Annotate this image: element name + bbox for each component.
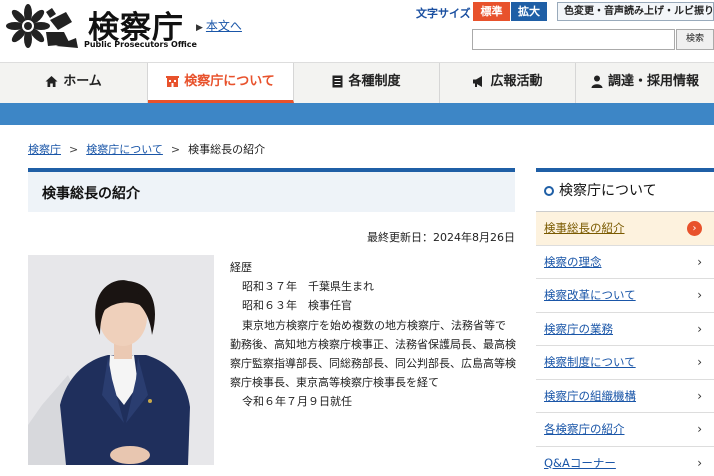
nav-procurement[interactable]: 調達・採用情報 [576, 63, 714, 103]
nav-home-label: ホーム [63, 74, 102, 89]
last-updated: 最終更新日：2024年8月26日 [367, 231, 515, 244]
sidebar-item-label: 検察の理念 [544, 254, 602, 269]
nav-about-label: 検察庁について [184, 74, 275, 89]
search-button[interactable]: 検索 [676, 29, 714, 50]
document-icon [332, 75, 343, 88]
portrait-illustration [28, 255, 214, 465]
nav-procurement-label: 調達・採用情報 [607, 74, 699, 89]
chevron-right-icon: › [697, 321, 702, 336]
bio-paragraph: 東京地方検察庁を始め複数の地方検察庁、法務省等で勤務後、高知地方検察庁検事正、法… [230, 318, 516, 390]
nav-systems[interactable]: 各種制度 [294, 63, 440, 103]
breadcrumb-separator: > [170, 143, 181, 156]
accessibility-tools-button[interactable]: 色変更・音声読み上げ・ルビ振り [557, 2, 714, 21]
nav-home[interactable]: ホーム [0, 63, 148, 103]
sidebar-item-prosecutor-general[interactable]: 検事総長の紹介 › [536, 212, 714, 246]
nav-about[interactable]: 検察庁について [148, 63, 294, 103]
font-size-large-button[interactable]: 拡大 [511, 2, 547, 21]
sidebar-item-offices[interactable]: 各検察庁の紹介 › [536, 413, 714, 447]
sidebar-heading-label: 検察庁について [559, 183, 657, 199]
bio-line: 昭和３７年 千葉県生まれ [242, 280, 374, 294]
chevron-right-icon: › [697, 254, 702, 269]
arrow-right-icon: ▶ [196, 23, 203, 33]
nav-pr[interactable]: 広報活動 [440, 63, 576, 103]
chevron-right-icon: › [697, 355, 702, 369]
chevron-right-icon: › [697, 388, 702, 403]
sidebar-item-label: 検察制度について [544, 355, 636, 369]
site-header: 検察庁 Public Prosecutors Office ▶ 本文へ 文字サイズ… [0, 0, 714, 62]
prosecutor-emblem-icon [6, 4, 78, 48]
building-icon [166, 76, 180, 87]
nav-pr-label: 広報活動 [490, 74, 543, 89]
chevron-right-icon: › [687, 221, 702, 236]
megaphone-icon [473, 76, 483, 87]
sidebar-heading: 検察庁について [536, 172, 714, 212]
sidebar-item-philosophy[interactable]: 検察の理念 › [536, 246, 714, 279]
sidebar-item-label: 検察庁の組織機構 [544, 388, 636, 403]
sidebar-item-label: 検事総長の紹介 [544, 221, 625, 235]
sidebar-item-reform[interactable]: 検察改革について › [536, 279, 714, 313]
sidebar-item-label: 検察庁の業務 [544, 321, 613, 336]
skip-to-content-link[interactable]: ▶ 本文へ [196, 17, 242, 34]
prosecutor-general-photo [28, 255, 214, 465]
breadcrumb-home-link[interactable]: 検察庁 [28, 143, 61, 156]
sidebar-item-faq[interactable]: Q&Aコーナー › [536, 447, 714, 476]
skip-link-label: 本文へ [205, 19, 242, 33]
global-nav: ホーム 検察庁について 各種制度 広報活動 調達・採用情報 [0, 62, 714, 103]
search-input[interactable] [472, 29, 675, 50]
circle-bullet-icon [544, 186, 554, 196]
font-size-standard-button[interactable]: 標準 [473, 2, 510, 21]
sidebar-item-duties[interactable]: 検察庁の業務 › [536, 313, 714, 346]
bio-line: 昭和６３年 検事任官 [242, 299, 352, 313]
site-subtitle: Public Prosecutors Office [84, 40, 197, 49]
chevron-right-icon: › [697, 422, 702, 436]
home-icon [45, 76, 58, 87]
career-biography: 経歴 昭和３７年 千葉県生まれ 昭和６３年 検事任官 東京地方検察庁を始め複数の… [230, 258, 516, 412]
breadcrumb-parent-link[interactable]: 検察庁について [86, 143, 163, 156]
breadcrumb-separator: > [69, 143, 79, 156]
sidebar-item-label: Q&Aコーナー [544, 455, 616, 470]
sidebar-menu: 検察庁について 検事総長の紹介 › 検察の理念 › 検察改革について › 検察庁… [536, 168, 714, 476]
nav-systems-label: 各種制度 [348, 74, 401, 89]
sidebar-item-label: 各検察庁の紹介 [544, 422, 625, 436]
page-title: 検事総長の紹介 [42, 186, 140, 202]
header-band [0, 103, 714, 125]
chevron-right-icon: › [697, 288, 702, 302]
breadcrumb-current: 検事総長の紹介 [188, 143, 266, 156]
sidebar-item-organization[interactable]: 検察庁の組織機構 › [536, 380, 714, 413]
sidebar-item-label: 検察改革について [544, 288, 636, 302]
breadcrumb: 検察庁 > 検察庁について > 検事総長の紹介 [28, 141, 265, 157]
bio-heading: 経歴 [230, 261, 252, 274]
chevron-right-icon: › [697, 455, 702, 470]
page-title-box: 検事総長の紹介 [28, 168, 515, 212]
person-icon [591, 75, 603, 88]
font-size-label: 文字サイズ [416, 7, 471, 20]
site-logo[interactable]: 検察庁 Public Prosecutors Office [6, 2, 197, 50]
sidebar-item-system[interactable]: 検察制度について › [536, 346, 714, 380]
bio-line: 令和６年７月９日就任 [242, 395, 352, 409]
